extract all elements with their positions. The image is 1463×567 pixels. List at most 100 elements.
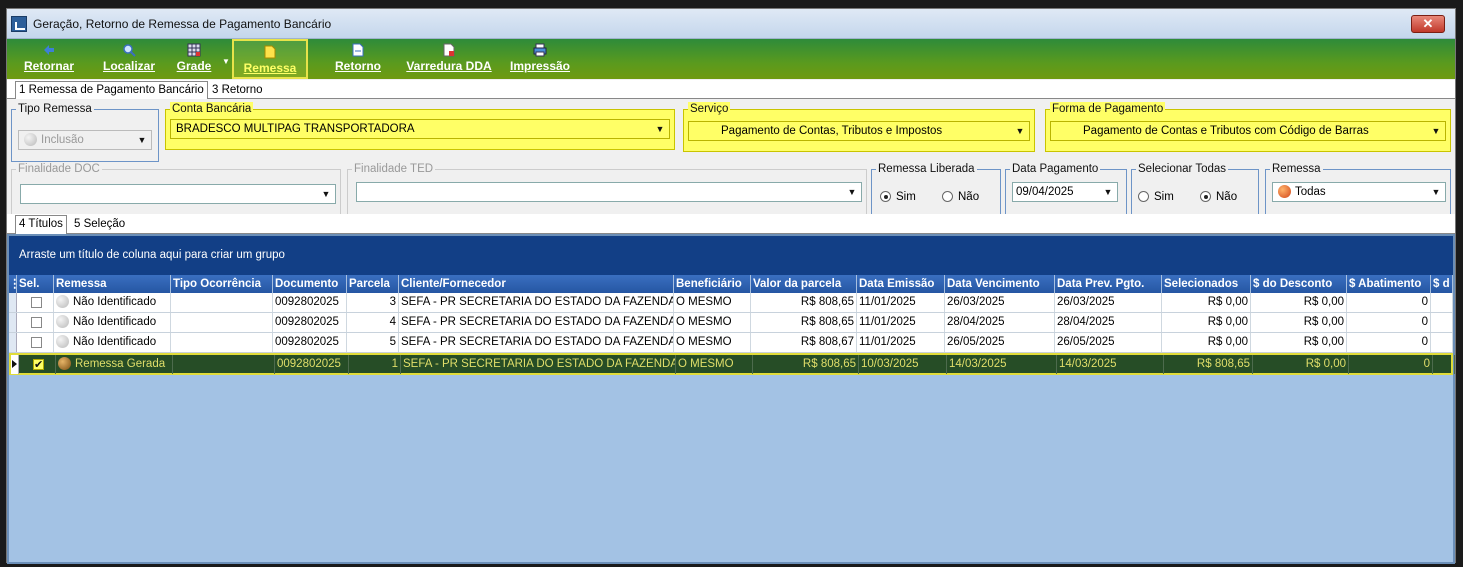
chevron-down-icon: ▼ xyxy=(655,124,665,134)
col-cliente[interactable]: Cliente/Fornecedor xyxy=(399,275,674,293)
col-abatimento[interactable]: $ Abatimento xyxy=(1347,275,1431,293)
col-tipo-ocorrencia[interactable]: Tipo Ocorrência xyxy=(171,275,273,293)
documento-cell: 0092802025 xyxy=(275,355,349,374)
tab-retorno[interactable]: 3 Retorno xyxy=(209,82,266,99)
table-row[interactable]: Não Identificado 0092802025 4 SEFA - PR … xyxy=(9,313,1453,333)
tab-titulos[interactable]: 4 Títulos xyxy=(15,215,67,234)
col-valor[interactable]: Valor da parcela xyxy=(751,275,857,293)
prev-cell: 28/04/2025 xyxy=(1055,313,1162,332)
abatimento-cell: 0 xyxy=(1347,293,1431,312)
parcela-cell: 5 xyxy=(347,333,399,352)
retorno-button[interactable]: Retorno xyxy=(325,39,391,79)
col-data-vencimento[interactable]: Data Vencimento xyxy=(945,275,1055,293)
finalidade-ted-select[interactable]: ▼ xyxy=(356,182,862,202)
status-ball-icon xyxy=(56,315,69,328)
grade-button[interactable]: Grade xyxy=(171,39,217,79)
tab-remessa-pagamento[interactable]: 1 Remessa de Pagamento Bancário xyxy=(15,81,208,100)
chevron-down-icon: ▼ xyxy=(222,57,230,66)
cliente-cell: SEFA - PR SECRETARIA DO ESTADO DA FAZEND… xyxy=(401,355,676,374)
row-indicator xyxy=(9,333,17,352)
radio-icon xyxy=(942,191,953,202)
abatimento-cell: 0 xyxy=(1347,333,1431,352)
chevron-down-icon: ▼ xyxy=(847,187,857,197)
abatimento-cell: 0 xyxy=(1347,313,1431,332)
remessa-liberada-sim-radio[interactable]: Sim xyxy=(880,190,916,204)
circle-icon xyxy=(24,133,37,146)
col-extra[interactable]: $ d xyxy=(1431,275,1453,293)
extra-cell xyxy=(1431,293,1453,312)
tipo-cell xyxy=(173,355,275,374)
extra-cell xyxy=(1431,313,1453,332)
row-checkbox[interactable] xyxy=(31,317,42,328)
remessa-filter-group: Remessa Todas ▼ xyxy=(1265,162,1451,215)
servico-select[interactable]: Pagamento de Contas, Tributos e Impostos… xyxy=(688,121,1030,141)
conta-bancaria-group: Conta Bancária BRADESCO MULTIPAG TRANSPO… xyxy=(165,102,675,150)
row-checkbox-checked[interactable] xyxy=(33,356,44,374)
row-checkbox[interactable] xyxy=(31,297,42,308)
grade-dropdown-arrow[interactable]: ▼ xyxy=(221,39,231,79)
tipo-cell xyxy=(171,293,273,312)
cliente-cell: SEFA - PR SECRETARIA DO ESTADO DA FAZEND… xyxy=(399,313,674,332)
remessa-cell: Remessa Gerada xyxy=(56,355,173,374)
row-checkbox[interactable] xyxy=(31,337,42,348)
parcela-cell: 3 xyxy=(347,293,399,312)
app-icon xyxy=(11,16,27,32)
row-indicator xyxy=(9,313,17,332)
forma-pagamento-group: Forma de Pagamento Pagamento de Contas e… xyxy=(1045,102,1451,152)
conta-bancaria-select[interactable]: BRADESCO MULTIPAG TRANSPORTADORA ▼ xyxy=(170,119,670,139)
data-pagamento-picker[interactable]: 09/04/2025 ▼ xyxy=(1012,182,1118,202)
col-sel[interactable]: Sel. xyxy=(17,275,54,293)
main-window: Geração, Retorno de Remessa de Pagamento… xyxy=(6,8,1456,564)
finalidade-ted-group: Finalidade TED ▼ xyxy=(347,162,867,215)
tab-selecao[interactable]: 5 Seleção xyxy=(71,216,128,233)
remessa-liberada-group: Remessa Liberada Sim Não xyxy=(871,162,1001,215)
chevron-down-icon: ▼ xyxy=(321,189,331,199)
table-row[interactable]: Não Identificado 0092802025 3 SEFA - PR … xyxy=(9,293,1453,313)
selecionar-todas-sim-radio[interactable]: Sim xyxy=(1138,190,1174,204)
title-bar: Geração, Retorno de Remessa de Pagamento… xyxy=(7,9,1455,39)
desconto-cell: R$ 0,00 xyxy=(1253,355,1349,374)
bottom-tab-bar: 4 Títulos 5 Seleção xyxy=(7,214,1455,234)
chevron-down-icon: ▼ xyxy=(1103,187,1113,197)
parcela-cell: 4 xyxy=(347,313,399,332)
varredura-dda-button[interactable]: Varredura DDA xyxy=(403,39,495,79)
impressao-button[interactable]: Impressão xyxy=(505,39,575,79)
beneficiario-cell: O MESMO xyxy=(674,333,751,352)
finalidade-doc-select[interactable]: ▼ xyxy=(20,184,336,204)
table-row[interactable]: Não Identificado 0092802025 5 SEFA - PR … xyxy=(9,333,1453,353)
sel-cell xyxy=(17,293,54,312)
col-data-prev[interactable]: Data Prev. Pgto. xyxy=(1055,275,1162,293)
prev-cell: 26/05/2025 xyxy=(1055,333,1162,352)
col-desconto[interactable]: $ do Desconto xyxy=(1251,275,1347,293)
cliente-cell: SEFA - PR SECRETARIA DO ESTADO DA FAZEND… xyxy=(399,333,674,352)
prev-cell: 26/03/2025 xyxy=(1055,293,1162,312)
tipo-remessa-select[interactable]: Inclusão ▼ xyxy=(18,130,152,150)
col-remessa[interactable]: Remessa xyxy=(54,275,171,293)
status-ball-icon xyxy=(56,295,69,308)
chevron-down-icon: ▼ xyxy=(1015,126,1025,136)
table-row-selected[interactable]: Remessa Gerada 0092802025 1 SEFA - PR SE… xyxy=(9,353,1455,375)
grid-icon xyxy=(187,43,201,57)
col-parcela[interactable]: Parcela xyxy=(347,275,399,293)
tipo-remessa-group: Tipo Remessa Inclusão ▼ xyxy=(11,102,159,162)
remessa-filter-select[interactable]: Todas ▼ xyxy=(1272,182,1446,202)
desconto-cell: R$ 0,00 xyxy=(1251,293,1347,312)
col-data-emissao[interactable]: Data Emissão xyxy=(857,275,945,293)
parcela-cell: 1 xyxy=(349,355,401,374)
beneficiario-cell: O MESMO xyxy=(676,355,753,374)
col-beneficiario[interactable]: Beneficiário xyxy=(674,275,751,293)
col-selecionados[interactable]: Selecionados xyxy=(1162,275,1251,293)
remessa-button[interactable]: Remessa xyxy=(232,39,308,79)
localizar-button[interactable]: Localizar xyxy=(97,39,161,79)
selecionar-todas-nao-radio[interactable]: Não xyxy=(1200,190,1237,204)
col-documento[interactable]: Documento xyxy=(273,275,347,293)
group-by-bar[interactable]: Arraste um título de coluna aqui para cr… xyxy=(9,236,1453,275)
valor-cell: R$ 808,65 xyxy=(751,293,857,312)
document-blue-icon xyxy=(352,43,364,57)
back-arrow-icon xyxy=(44,45,54,55)
remessa-liberada-nao-radio[interactable]: Não xyxy=(942,190,979,204)
forma-pagamento-select[interactable]: Pagamento de Contas e Tributos com Códig… xyxy=(1050,121,1446,141)
retornar-button[interactable]: Retornar xyxy=(13,39,85,79)
remessa-cell: Não Identificado xyxy=(54,293,171,312)
close-button[interactable]: ✕ xyxy=(1411,15,1445,33)
